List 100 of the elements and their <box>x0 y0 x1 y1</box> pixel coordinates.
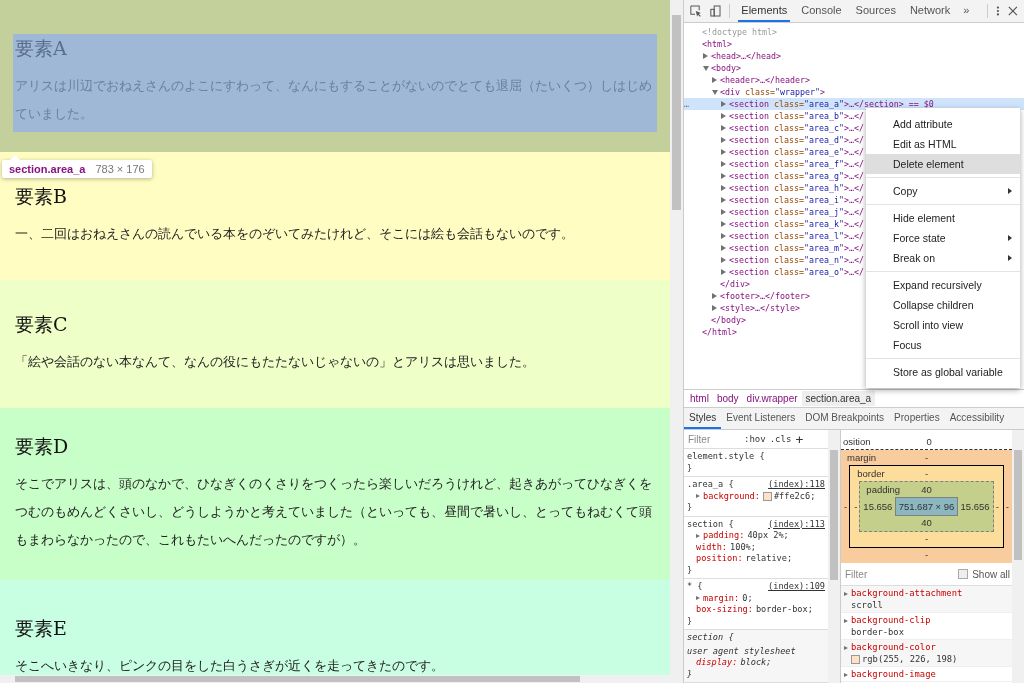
dom-node[interactable]: <head>…</head> <box>711 51 781 61</box>
dom-node[interactable]: <section class="area_j">…</ <box>729 207 864 217</box>
dom-node[interactable]: <section class="area_h">…</ <box>729 183 864 193</box>
expand-arrow-icon[interactable] <box>712 293 717 299</box>
dom-node[interactable]: <section class="area_m">…</ <box>729 243 864 253</box>
more-icon[interactable] <box>996 5 1001 17</box>
dom-node[interactable]: <header>…</header> <box>720 75 810 85</box>
devtools-tab[interactable]: Network <box>906 0 954 22</box>
expand-arrow-icon[interactable] <box>696 533 700 538</box>
dom-node[interactable]: <section class="area_d">…</ <box>729 135 864 145</box>
expand-arrow-icon[interactable] <box>721 257 726 263</box>
expand-arrow-icon[interactable] <box>721 233 726 239</box>
checkbox[interactable] <box>958 569 969 579</box>
rule-source[interactable]: (index):118 <box>768 479 825 491</box>
cls-button[interactable]: .cls <box>769 434 792 444</box>
dom-node[interactable]: <body> <box>711 63 741 73</box>
menu-item[interactable]: Store as global variable <box>866 362 1020 382</box>
menu-item[interactable]: Hide element <box>866 208 1020 228</box>
menu-item[interactable]: Break on <box>866 248 1020 268</box>
checkbox-label[interactable]: Show all <box>972 568 1010 580</box>
expand-arrow-icon[interactable] <box>721 245 726 251</box>
expand-arrow-icon[interactable] <box>844 646 848 650</box>
dom-node[interactable]: <section class="area_a">…</section> == $0 <box>729 99 934 109</box>
more-tabs-button[interactable]: » <box>961 0 972 22</box>
scrollbar[interactable] <box>828 430 840 683</box>
dom-node[interactable]: <section class="area_o">…</ <box>729 267 864 277</box>
panel-tab[interactable]: Event Listeners <box>721 408 801 429</box>
scrollbar[interactable] <box>1012 430 1024 683</box>
scrollbar-thumb[interactable] <box>15 676 580 682</box>
panel-tab[interactable]: Accessibility <box>944 408 1010 429</box>
closing-tag[interactable]: </body> <box>711 315 746 325</box>
closing-tag[interactable]: </div> <box>720 279 750 289</box>
menu-item[interactable]: Force state <box>866 228 1020 248</box>
expand-arrow-icon[interactable] <box>703 53 708 59</box>
scrollbar[interactable] <box>670 0 683 675</box>
new-rule-button[interactable]: + <box>795 431 804 447</box>
expand-arrow-icon[interactable] <box>712 305 717 311</box>
rule-source[interactable]: (index):109 <box>768 581 825 593</box>
filter-field[interactable]: Filter <box>686 432 740 446</box>
color-swatch[interactable] <box>762 491 772 501</box>
css-property[interactable]: background-attachment <box>851 588 963 598</box>
scrollbar-thumb[interactable] <box>672 15 681 210</box>
css-property[interactable]: background-color <box>851 642 936 652</box>
menu-item[interactable]: Edit as HTML <box>866 134 1020 154</box>
dom-node[interactable]: <section class="area_i">…</ <box>729 195 864 205</box>
menu-item[interactable]: Copy <box>866 181 1020 201</box>
expand-arrow-icon[interactable] <box>721 185 726 191</box>
expand-arrow-icon[interactable] <box>721 269 726 275</box>
expand-arrow-icon[interactable] <box>721 137 726 143</box>
dom-node[interactable]: <section class="area_f">…</ <box>729 159 864 169</box>
dom-node[interactable]: <section class="area_b">…</ <box>729 111 864 121</box>
expand-arrow-icon[interactable] <box>721 125 726 131</box>
closing-tag[interactable]: </html> <box>702 327 737 337</box>
expand-arrow-icon[interactable] <box>721 113 726 119</box>
expand-arrow-icon[interactable] <box>703 65 709 71</box>
css-property[interactable]: background-clip <box>851 615 931 625</box>
expand-arrow-icon[interactable] <box>696 596 700 601</box>
menu-item[interactable]: Expand recursively <box>866 275 1020 295</box>
dom-node[interactable]: <section class="area_k">…</ <box>729 219 864 229</box>
dom-node[interactable]: <section class="area_l">…</ <box>729 231 864 241</box>
expand-arrow-icon[interactable] <box>721 101 726 107</box>
expand-arrow-icon[interactable] <box>844 619 848 623</box>
dom-node[interactable]: <html> <box>702 39 732 49</box>
dom-node[interactable]: <section class="area_c">…</ <box>729 123 864 133</box>
devtools-tab[interactable]: Elements <box>738 0 791 22</box>
expand-arrow-icon[interactable] <box>844 673 848 677</box>
hov-button[interactable]: :hov <box>744 434 766 444</box>
dom-node[interactable]: <section class="area_n">…</ <box>729 255 864 265</box>
panel-tab[interactable]: Styles <box>684 408 722 429</box>
expand-arrow-icon[interactable] <box>721 221 726 227</box>
css-property[interactable]: background-image <box>851 669 936 679</box>
rule-source[interactable]: (index):113 <box>768 518 825 530</box>
devtools-tab[interactable]: Console <box>798 0 845 22</box>
panel-tab[interactable]: DOM Breakpoints <box>800 408 890 429</box>
expand-arrow-icon[interactable] <box>844 592 848 596</box>
menu-item[interactable]: Add attribute <box>866 114 1020 134</box>
dom-node[interactable]: <section class="area_e">…</ <box>729 147 864 157</box>
dom-node[interactable]: <style>…</style> <box>720 303 800 313</box>
expand-arrow-icon[interactable] <box>696 494 700 499</box>
devtools-tab[interactable]: Sources <box>852 0 899 22</box>
close-icon[interactable] <box>1008 5 1018 17</box>
scrollbar-thumb[interactable] <box>1014 450 1022 560</box>
breadcrumb[interactable]: section.area_a <box>801 391 876 406</box>
expand-arrow-icon[interactable] <box>712 77 717 83</box>
expand-arrow-icon[interactable] <box>721 209 726 215</box>
breadcrumb[interactable]: body <box>712 391 743 406</box>
menu-item[interactable]: Focus <box>866 335 1020 355</box>
expand-arrow-icon[interactable] <box>721 173 726 179</box>
dom-node[interactable]: <div class="wrapper"> <box>720 87 825 97</box>
expand-arrow-icon[interactable] <box>721 161 726 167</box>
filter-field[interactable]: Filter <box>843 567 959 581</box>
scrollbar[interactable] <box>0 675 683 683</box>
scrollbar-thumb[interactable] <box>830 450 838 580</box>
menu-item[interactable]: Collapse children <box>866 295 1020 315</box>
expand-arrow-icon[interactable] <box>721 197 726 203</box>
breadcrumb[interactable]: html <box>686 391 713 406</box>
breadcrumb[interactable]: div.wrapper <box>742 391 802 406</box>
menu-item[interactable]: Scroll into view <box>866 315 1020 335</box>
dom-node[interactable]: <footer>…</footer> <box>720 291 810 301</box>
inspect-icon[interactable] <box>690 5 702 17</box>
